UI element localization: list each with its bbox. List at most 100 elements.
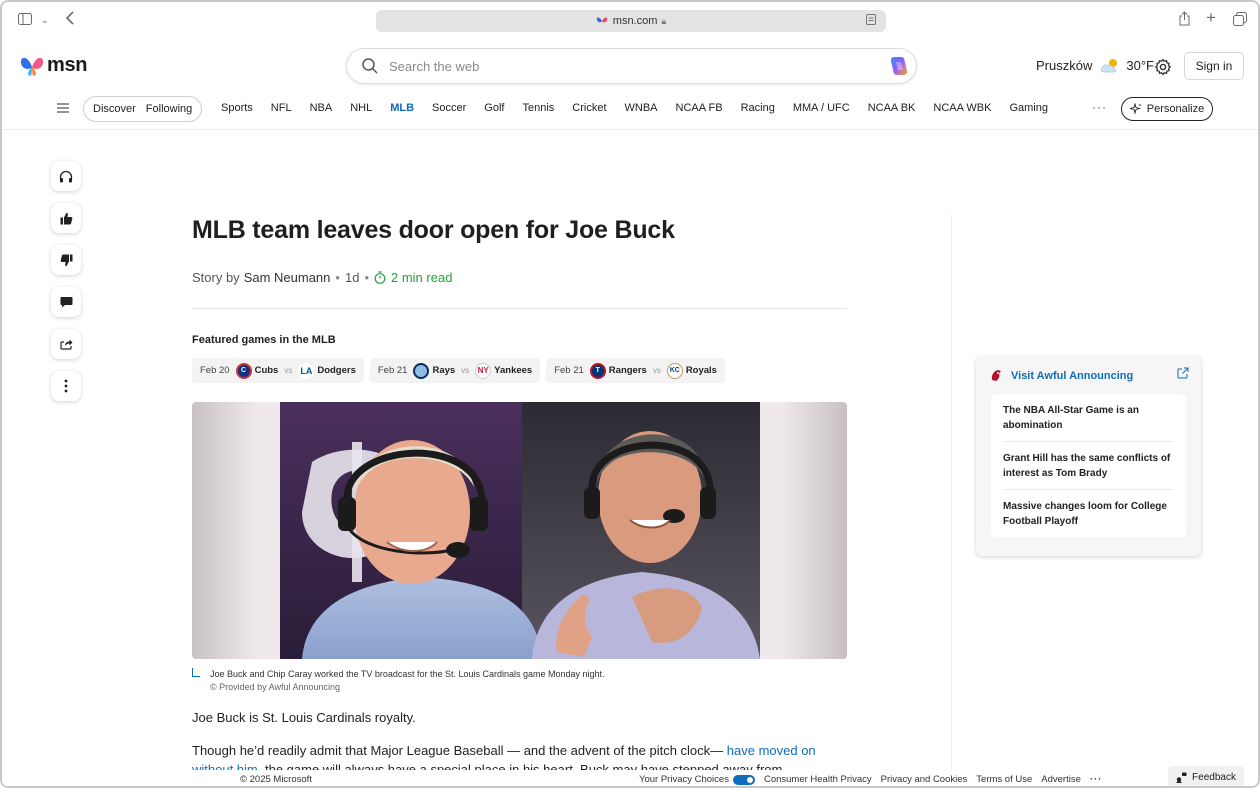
nav-item-wnba[interactable]: WNBA	[625, 102, 658, 114]
game-card[interactable]: Feb 21 T Rangers vs KC Royals	[546, 358, 725, 383]
caption-marker	[192, 668, 200, 677]
reader-icon[interactable]	[866, 14, 876, 28]
personalize-button[interactable]: Personalize	[1121, 97, 1213, 121]
chevron-down-icon[interactable]: ⌄	[41, 12, 49, 28]
external-link-icon[interactable]	[1177, 367, 1189, 379]
tab-discover[interactable]: Discover	[88, 103, 141, 115]
related-article-link[interactable]: Grant Hill has the same conflicts of int…	[1003, 442, 1174, 490]
privacy-choices-link[interactable]: Your Privacy Choices	[639, 774, 729, 785]
footer-links: Your Privacy Choices Consumer Health Pri…	[639, 774, 1111, 785]
related-article-link[interactable]: Massive changes loom for College Footbal…	[1003, 490, 1174, 537]
headphones-icon	[59, 170, 73, 182]
dislike-button[interactable]	[51, 245, 81, 275]
vs-label: vs	[652, 366, 661, 375]
nav-more-button[interactable]: ···	[1092, 100, 1107, 114]
category-nav: Discover Following Sports NFL NBA NHL ML…	[2, 95, 1258, 123]
privacy-choices-toggle-icon[interactable]	[732, 774, 755, 785]
logo-text: msn	[47, 54, 88, 76]
photo-caption: Joe Buck and Chip Caray worked the TV br…	[210, 669, 605, 679]
address-bar[interactable]: msn.com 🔒︎	[376, 10, 886, 32]
search-input[interactable]	[389, 58, 859, 74]
source-card: Visit Awful Announcing The NBA All-Star …	[976, 356, 1201, 556]
msn-logo[interactable]: msn	[20, 54, 88, 77]
nav-item-golf[interactable]: Golf	[484, 102, 504, 114]
column-divider	[951, 214, 952, 774]
story-by-label: Story by	[192, 270, 240, 285]
rangers-logo-icon: T	[589, 362, 606, 379]
nav-item-nhl[interactable]: NHL	[350, 102, 372, 114]
more-icon	[64, 379, 68, 393]
awful-announcing-logo-icon	[991, 370, 1001, 381]
new-tab-icon[interactable]: +	[1206, 9, 1216, 26]
browser-window: ⌄ msn.com 🔒︎ + msn Search the web Pruszk…	[0, 0, 1260, 788]
team-name: Rangers	[608, 365, 647, 376]
nav-item-cricket[interactable]: Cricket	[572, 102, 606, 114]
footer-link[interactable]: Terms of Use	[976, 774, 1032, 785]
footer-link[interactable]: Advertise	[1041, 774, 1081, 785]
tabs-icon[interactable]	[1233, 12, 1247, 29]
weather-city: Pruszków	[1036, 58, 1093, 73]
sparkle-icon	[1129, 103, 1142, 115]
nav-item-nfl[interactable]: NFL	[271, 102, 292, 114]
related-article-link[interactable]: The NBA All-Star Game is an abomination	[1003, 394, 1174, 442]
source-label: Visit Awful Announcing	[1011, 369, 1134, 382]
featured-games: Feb 20 C Cubs vs LA Dodgers Feb 21 Rays …	[192, 358, 731, 383]
nav-item-soccer[interactable]: Soccer	[432, 102, 466, 114]
comments-button[interactable]	[51, 287, 81, 317]
nav-links: Sports NFL NBA NHL MLB Soccer Golf Tenni…	[212, 102, 1057, 114]
article-divider	[192, 308, 847, 309]
featured-games-label: Featured games in the MLB	[192, 334, 336, 346]
share-icon[interactable]	[1178, 11, 1191, 29]
feedback-button[interactable]: Feedback	[1168, 766, 1244, 786]
share-icon	[59, 339, 72, 350]
footer-link[interactable]: Privacy and Cookies	[881, 774, 968, 785]
nav-item-ncaa-bk[interactable]: NCAA BK	[868, 102, 916, 114]
game-card[interactable]: Feb 21 Rays vs NY Yankees	[369, 358, 541, 383]
like-button[interactable]	[51, 203, 81, 233]
footer-link[interactable]: Consumer Health Privacy	[764, 774, 872, 785]
thumbs-down-icon	[60, 254, 72, 266]
copilot-icon[interactable]	[888, 55, 910, 77]
footer-more-button[interactable]: ···	[1090, 774, 1103, 785]
royals-logo-icon: KC	[666, 362, 683, 379]
feedback-icon	[1176, 772, 1187, 783]
hamburger-menu-icon[interactable]	[56, 102, 70, 114]
article-age: 1d	[344, 270, 360, 285]
partly-cloudy-icon	[1101, 59, 1118, 73]
nav-item-racing[interactable]: Racing	[741, 102, 775, 114]
url-text: msn.com	[612, 15, 658, 27]
nav-item-nba[interactable]: NBA	[310, 102, 333, 114]
article-byline: Story by Sam Neumann • 1d • 2 min read	[192, 270, 452, 285]
more-options-button[interactable]	[51, 371, 81, 401]
nav-item-ncaa-fb[interactable]: NCAA FB	[676, 102, 723, 114]
author-link[interactable]: Sam Neumann	[244, 270, 331, 285]
nav-item-ncaa-wbk[interactable]: NCAA WBK	[933, 102, 991, 114]
sign-in-button[interactable]: Sign in	[1184, 52, 1244, 80]
yankees-logo-icon: NY	[475, 362, 492, 379]
tab-following[interactable]: Following	[141, 103, 197, 115]
nav-item-mma-ufc[interactable]: MMA / UFC	[793, 102, 850, 114]
nav-divider	[2, 129, 1258, 130]
byline-separator: •	[364, 270, 369, 285]
related-articles: The NBA All-Star Game is an abomination …	[991, 394, 1186, 537]
game-date: Feb 20	[200, 365, 230, 376]
search-box[interactable]	[346, 48, 917, 84]
nav-item-mlb[interactable]: MLB	[390, 102, 414, 114]
nav-item-gaming[interactable]: Gaming	[1009, 102, 1048, 114]
listen-button[interactable]	[51, 161, 81, 191]
team-name: Rays	[432, 365, 456, 376]
paragraph-text: Though he’d readily admit that Major Lea…	[192, 743, 727, 758]
stopwatch-icon	[374, 271, 386, 284]
weather-widget[interactable]: Pruszków 30°F	[1036, 58, 1154, 73]
nav-item-sports[interactable]: Sports	[221, 102, 253, 114]
article-photo[interactable]	[192, 402, 847, 659]
back-icon[interactable]	[65, 11, 75, 28]
settings-gear-icon[interactable]	[1154, 58, 1172, 76]
vs-label: vs	[461, 366, 470, 375]
nav-item-tennis[interactable]: Tennis	[522, 102, 554, 114]
game-card[interactable]: Feb 20 C Cubs vs LA Dodgers	[192, 358, 364, 383]
feedback-label: Feedback	[1192, 771, 1236, 783]
share-article-button[interactable]	[51, 329, 81, 359]
visit-source-link[interactable]: Visit Awful Announcing	[990, 369, 1133, 382]
sidebar-icon[interactable]	[18, 12, 32, 28]
